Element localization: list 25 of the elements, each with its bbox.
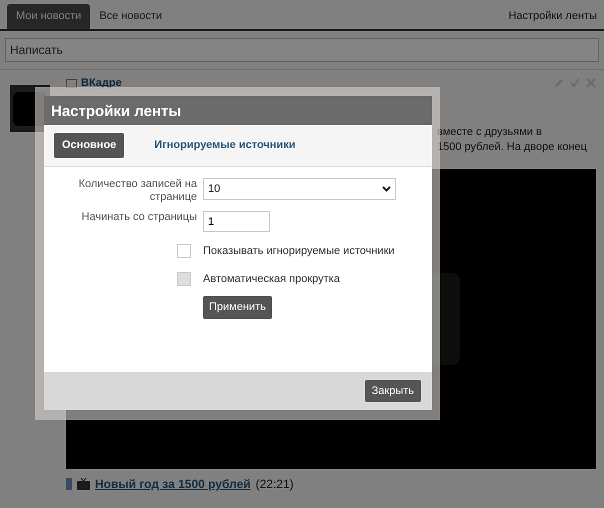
apply-button[interactable]: Применить — [203, 296, 272, 318]
feed-tab[interactable]: Мои новости — [7, 4, 90, 29]
field-label: Количество записей на странице — [78, 178, 197, 204]
post-text-line: 1500 рублей. На дворе конец — [437, 140, 588, 155]
page-size-select[interactable]: 10 — [203, 178, 396, 200]
post-author[interactable]: ВКадре — [81, 74, 122, 92]
checkbox[interactable] — [177, 244, 191, 258]
start-page-field[interactable]: 1 — [203, 211, 270, 232]
chevron-icon — [382, 186, 391, 192]
checkbox-label: Автоматическая прокрутка — [203, 272, 340, 286]
feed-settings-link[interactable]: Настройки ленты — [508, 8, 597, 29]
tv-icon — [77, 478, 90, 490]
video-title-link[interactable]: Новый год за 1500 рублей — [95, 475, 251, 493]
feed-tab[interactable]: Все новости — [90, 4, 172, 29]
post-text-line: вместе с друзьями в — [437, 125, 543, 140]
modal-title: Настройки ленты — [44, 96, 432, 125]
close-button[interactable]: Закрыть — [364, 380, 421, 402]
field-label: Начинать со страницы — [80, 211, 197, 225]
checkbox-label: Показывать игнорируемые источники — [203, 244, 395, 259]
bar-icon — [66, 478, 72, 490]
compose-field[interactable]: Написать — [5, 38, 599, 62]
page-icon — [66, 78, 77, 88]
post-time: (22:21) — [256, 476, 294, 493]
modal-tab[interactable]: Основное — [54, 133, 124, 158]
modal-tab[interactable]: Игнорируемые источники — [146, 133, 304, 158]
